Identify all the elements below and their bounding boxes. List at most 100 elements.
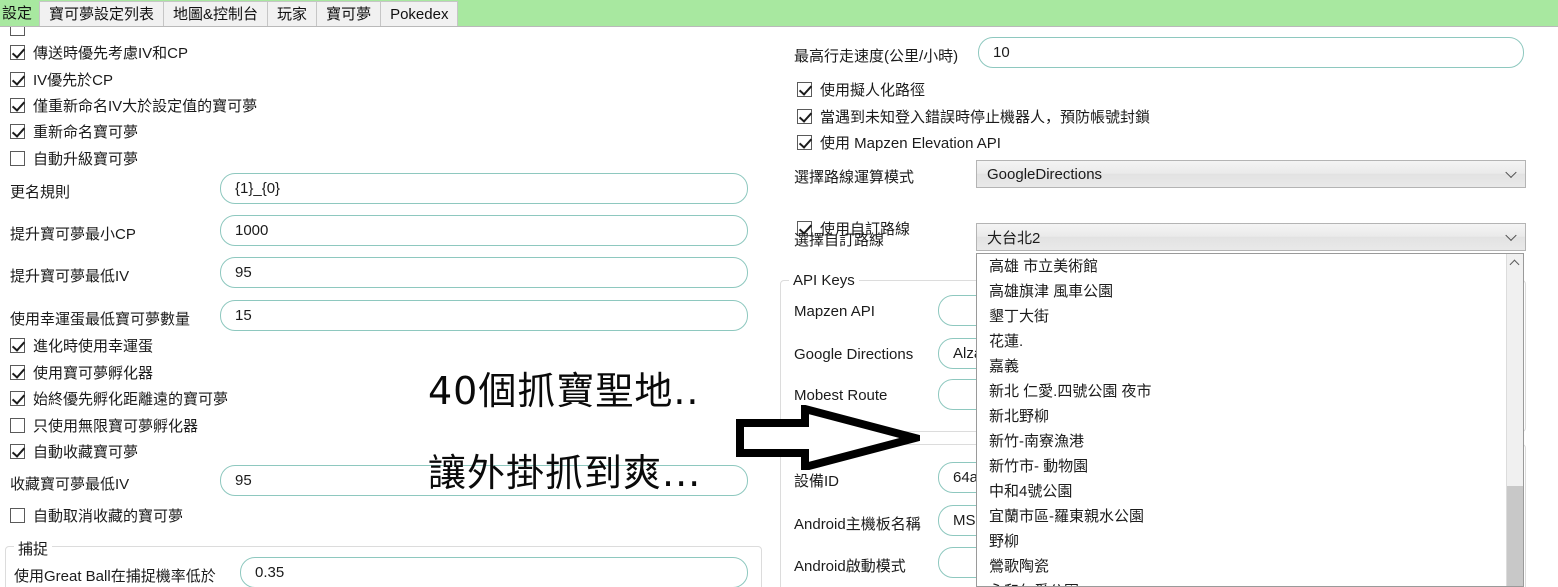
list-item[interactable]: 中和4號公園 [977, 479, 1506, 504]
tab-pokemon[interactable]: 寶可夢 [316, 1, 381, 26]
label-rename-rule: 更名規則 [10, 181, 70, 202]
select-custom-route-value: 大台北2 [987, 227, 1040, 248]
clipped-top-checkbox-row[interactable] [10, 27, 33, 36]
input-max-walk-speed[interactable]: 10 [978, 37, 1524, 68]
label-min-cp-upgrade: 提升寶可夢最小CP [10, 223, 136, 244]
dropdown-items[interactable]: 高雄 市立美術館 高雄旗津 風車公園 墾丁大街 花蓮. 嘉義 新北 仁愛.四號公… [977, 254, 1506, 586]
label-stop-on-unknown-login-error: 當遇到未知登入錯誤時停止機器人，預防帳號封鎖 [820, 106, 1150, 127]
dropdown-scrollbar[interactable] [1506, 254, 1523, 586]
label-lucky-egg-min-count: 使用幸運蛋最低寶可夢數量 [10, 308, 190, 329]
checkbox-row-rename-above-iv[interactable]: 僅重新命名IV大於設定值的寶可夢 [10, 95, 257, 116]
label-unlimited-incubator-only: 只使用無限寶可夢孵化器 [33, 415, 198, 436]
label-great-ball-threshold: 使用Great Ball在捕捉機率低於 [14, 565, 216, 586]
list-item[interactable]: 新竹-南寮漁港 [977, 429, 1506, 454]
select-route-mode-value: GoogleDirections [987, 166, 1102, 183]
checkbox-rename-pokemon[interactable] [10, 124, 25, 139]
checkbox-row-lucky-egg-evolve[interactable]: 進化時使用幸運蛋 [10, 335, 153, 356]
input-lucky-egg-min-count[interactable]: 15 [220, 300, 748, 331]
annotation-text-line2: 讓外掛抓到爽... [428, 442, 701, 497]
input-rename-rule[interactable]: {1}_{0} [220, 173, 748, 204]
label-use-incubator: 使用寶可夢孵化器 [33, 362, 153, 383]
label-lucky-egg-evolve: 進化時使用幸運蛋 [33, 335, 153, 356]
list-item[interactable]: 宜蘭市區-羅東親水公園 [977, 504, 1506, 529]
label-mapzen-elevation: 使用 Mapzen Elevation API [820, 132, 1001, 153]
label-select-custom-route: 選擇自訂路線 [794, 229, 884, 250]
list-item[interactable]: 新竹市- 動物園 [977, 454, 1506, 479]
scrollbar-thumb[interactable] [1507, 486, 1523, 587]
checkbox-row-rename-pokemon[interactable]: 重新命名寶可夢 [10, 121, 138, 142]
label-transfer-iv-cp: 傳送時優先考慮IV和CP [33, 42, 188, 63]
label-iv-over-cp: IV優先於CP [33, 69, 113, 90]
input-min-iv-upgrade[interactable]: 95 [220, 257, 748, 288]
group-title-api-keys: API Keys [789, 272, 859, 289]
label-android-boot-mode: Android啟動模式 [794, 555, 906, 576]
group-title-device-info: 設備訊息 [789, 436, 857, 457]
tab-pokedex[interactable]: Pokedex [380, 1, 458, 26]
checkbox-row-auto-favorite[interactable]: 自動收藏寶可夢 [10, 441, 138, 462]
label-auto-upgrade: 自動升級寶可夢 [33, 148, 138, 169]
checkbox-row-transfer-iv-cp[interactable]: 傳送時優先考慮IV和CP [10, 42, 188, 63]
label-max-walk-speed: 最高行走速度(公里/小時) [794, 45, 958, 66]
checkbox-auto-unfavorite[interactable] [10, 508, 25, 523]
tab-pokemon-settings-list[interactable]: 寶可夢設定列表 [39, 1, 164, 26]
select-route-mode[interactable]: GoogleDirections [976, 160, 1526, 188]
checkbox-row-mapzen-elevation[interactable]: 使用 Mapzen Elevation API [797, 132, 1001, 153]
label-auto-unfavorite: 自動取消收藏的寶可夢 [33, 505, 183, 526]
list-item[interactable]: 鶯歌陶瓷 [977, 554, 1506, 579]
label-auto-favorite: 自動收藏寶可夢 [33, 441, 138, 462]
checkbox-prioritize-long-eggs[interactable] [10, 391, 25, 406]
input-great-ball-threshold[interactable]: 0.35 [240, 557, 748, 587]
checkbox-row-auto-upgrade[interactable]: 自動升級寶可夢 [10, 148, 138, 169]
checkbox-auto-favorite[interactable] [10, 444, 25, 459]
checkbox-row-iv-over-cp[interactable]: IV優先於CP [10, 69, 113, 90]
label-min-iv-upgrade: 提升寶可夢最低IV [10, 265, 129, 286]
tab-bar[interactable]: 設定 寶可夢設定列表 地圖&控制台 玩家 寶可夢 Pokedex [0, 0, 1558, 27]
checkbox-stop-on-unknown-login-error[interactable] [797, 109, 812, 124]
label-prioritize-long-eggs: 始終優先孵化距離遠的寶可夢 [33, 388, 228, 409]
left-settings-panel: 傳送時優先考慮IV和CP IV優先於CP 僅重新命名IV大於設定值的寶可夢 重新… [0, 27, 770, 587]
list-item[interactable]: 野柳 [977, 529, 1506, 554]
group-title-capture: 捕捉 [14, 538, 52, 559]
clipped-top-checkbox[interactable] [10, 27, 25, 36]
list-item[interactable]: 高雄旗津 風車公園 [977, 279, 1506, 304]
scroll-up-arrow-icon[interactable] [1507, 254, 1523, 271]
checkbox-row-auto-unfavorite[interactable]: 自動取消收藏的寶可夢 [10, 505, 183, 526]
label-device-id: 設備ID [794, 470, 839, 491]
list-item[interactable]: 嘉義 [977, 354, 1506, 379]
tab-player[interactable]: 玩家 [267, 1, 317, 26]
checkbox-mapzen-elevation[interactable] [797, 135, 812, 150]
label-human-like-path: 使用擬人化路徑 [820, 79, 925, 100]
list-item[interactable]: 花蓮. [977, 329, 1506, 354]
label-google-directions: Google Directions [794, 346, 913, 363]
label-mapzen-api: Mapzen API [794, 303, 875, 320]
tab-map-console[interactable]: 地圖&控制台 [163, 1, 268, 26]
list-item[interactable]: 高雄 市立美術館 [977, 254, 1506, 279]
checkbox-row-use-incubator[interactable]: 使用寶可夢孵化器 [10, 362, 153, 383]
checkbox-row-unlimited-incubator-only[interactable]: 只使用無限寶可夢孵化器 [10, 415, 198, 436]
checkbox-auto-upgrade[interactable] [10, 151, 25, 166]
list-item[interactable]: 墾丁大街 [977, 304, 1506, 329]
chevron-down-icon [1505, 230, 1516, 241]
checkbox-lucky-egg-evolve[interactable] [10, 338, 25, 353]
label-mobest-route: Mobest Route [794, 387, 887, 404]
select-custom-route[interactable]: 大台北2 [976, 223, 1526, 251]
list-item[interactable]: 新北野柳 [977, 404, 1506, 429]
tab-settings[interactable]: 設定 [0, 1, 40, 26]
checkbox-iv-over-cp[interactable] [10, 72, 25, 87]
annotation-text-line1: 40個抓寶聖地.. [428, 360, 700, 415]
checkbox-unlimited-incubator-only[interactable] [10, 418, 25, 433]
input-min-cp-upgrade[interactable]: 1000 [220, 215, 748, 246]
label-route-mode: 選擇路線運算模式 [794, 166, 914, 187]
checkbox-row-human-like-path[interactable]: 使用擬人化路徑 [797, 79, 925, 100]
checkbox-row-prioritize-long-eggs[interactable]: 始終優先孵化距離遠的寶可夢 [10, 388, 228, 409]
checkbox-rename-above-iv[interactable] [10, 98, 25, 113]
checkbox-row-stop-on-unknown-login-error[interactable]: 當遇到未知登入錯誤時停止機器人，預防帳號封鎖 [797, 106, 1150, 127]
label-favorite-min-iv: 收藏寶可夢最低IV [10, 473, 129, 494]
label-android-board-name: Android主機板名稱 [794, 513, 921, 534]
list-item[interactable]: 新北 仁愛.四號公園 夜市 [977, 379, 1506, 404]
checkbox-transfer-iv-cp[interactable] [10, 45, 25, 60]
list-item[interactable]: 永和仁愛公園 [977, 579, 1506, 587]
custom-route-dropdown-list[interactable]: 高雄 市立美術館 高雄旗津 風車公園 墾丁大街 花蓮. 嘉義 新北 仁愛.四號公… [976, 253, 1524, 587]
checkbox-use-incubator[interactable] [10, 365, 25, 380]
checkbox-human-like-path[interactable] [797, 82, 812, 97]
